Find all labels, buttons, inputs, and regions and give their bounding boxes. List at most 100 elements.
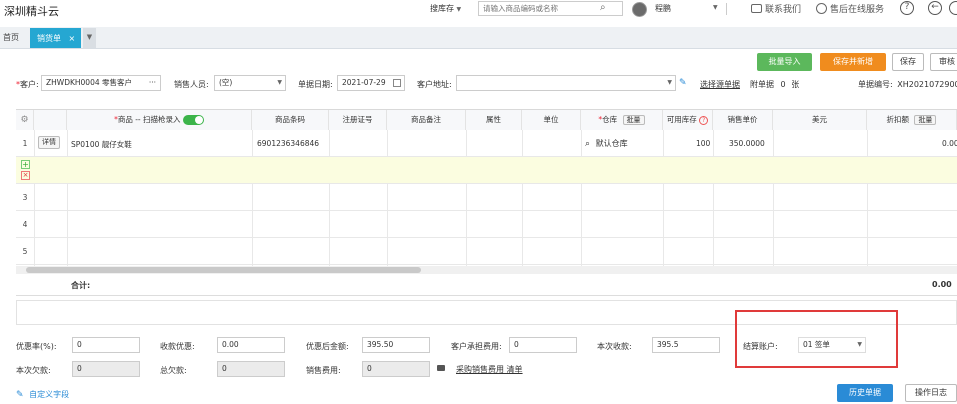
batch-import-button[interactable]: 批量导入 (757, 53, 812, 71)
delete-row-icon[interactable]: × (21, 171, 30, 180)
product-grid: ⚙ *商品 -- 扫描枪录入 商品条码 注册证号 商品备注 属性 单位 *仓库 … (16, 109, 957, 296)
customer-field[interactable]: ZHWDKH0004 零售客户 ··· (41, 75, 161, 91)
address-label: 客户地址: (417, 80, 452, 89)
save-and-new-button[interactable]: 保存并新增 (820, 53, 886, 71)
add-row-icon[interactable]: + (21, 160, 30, 169)
headset-icon (816, 3, 827, 14)
more-icon[interactable]: ··· (149, 76, 156, 90)
customer-fee-input[interactable]: 0 (509, 337, 577, 353)
close-icon[interactable]: × (69, 34, 76, 43)
more-icon[interactable] (949, 1, 957, 15)
calendar-icon[interactable] (393, 79, 401, 87)
chevron-down-icon: ▼ (667, 79, 672, 86)
col-unit: 单位 (522, 110, 581, 130)
operation-log-button[interactable]: 操作日志 (905, 384, 957, 402)
col-usd: 美元 (773, 110, 867, 130)
table-row[interactable]: + × (16, 157, 957, 184)
custom-fields-link[interactable]: ✎ 自定义字段 (16, 389, 69, 400)
history-button[interactable]: 历史单据 (837, 384, 893, 402)
total-value: 0.00 (932, 280, 952, 289)
app-title: 深圳精斗云 (4, 5, 59, 18)
table-row[interactable]: 3 (16, 184, 957, 211)
after-discount-input[interactable]: 395.50 (362, 337, 430, 353)
salesperson-label: 销售人员: (174, 80, 209, 89)
table-row[interactable]: 5 (16, 238, 957, 265)
date-field[interactable]: 2021-07-29 (337, 75, 405, 91)
top-bar: 深圳精斗云 搜库存 ▼ ⌕ 程鹏 ▼ 联系我们 售后在线服务 ? ← (0, 0, 957, 22)
help-icon[interactable]: ? (900, 1, 914, 15)
divider (726, 3, 727, 15)
detail-button[interactable]: 详情 (38, 136, 60, 149)
chevron-down-icon: ▼ (277, 79, 282, 86)
col-warehouse: *仓库 批量 (581, 110, 663, 130)
salesperson-select[interactable]: (空) ▼ (214, 75, 286, 91)
owed-input: 0 (72, 361, 140, 377)
discount-amount-input[interactable]: 0.00 (217, 337, 285, 353)
online-service-link[interactable]: 售后在线服务 (816, 2, 884, 15)
discount-cell[interactable]: 0.00 (942, 139, 957, 148)
table-row[interactable]: 1 详情 SP0100 靓仔女鞋 6901236346846 ⌕ 默认仓库 10… (16, 130, 957, 157)
col-remark: 商品备注 (387, 110, 466, 130)
search-icon[interactable]: ⌕ (600, 2, 606, 13)
tab-strip: 首页 销货单 × ▼ (0, 27, 957, 49)
total-owed-label: 总欠款: (160, 366, 187, 375)
product-cell[interactable]: SP0100 靓仔女鞋 (71, 139, 132, 150)
bill-no-label: 单据编号: XH20210729002 ∧ (858, 80, 957, 89)
audit-button[interactable]: 审核 (930, 53, 957, 71)
horizontal-scrollbar[interactable] (16, 266, 957, 274)
col-reg-no: 注册证号 (329, 110, 387, 130)
warehouse-batch-button[interactable]: 批量 (622, 115, 645, 125)
scrollbar-thumb[interactable] (26, 267, 421, 273)
customer-fee-label: 客户承担费用: (451, 342, 502, 351)
stock-cell: 100 (696, 139, 711, 148)
save-button[interactable]: 保存 (892, 53, 924, 71)
date-label: 单据日期: (298, 80, 333, 89)
search-icon[interactable]: ⌕ (585, 139, 590, 149)
avatar[interactable] (632, 2, 647, 17)
total-row: 合计: 0.00 (16, 274, 957, 296)
address-select[interactable]: ▼ (456, 75, 676, 91)
edit-icon[interactable]: ✎ (679, 78, 687, 88)
sales-fee-label: 销售费用: (306, 366, 341, 375)
scan-toggle[interactable] (182, 115, 204, 125)
chevron-down-icon[interactable]: ▼ (713, 4, 718, 11)
col-attr: 属性 (466, 110, 522, 130)
tab-sales-order[interactable]: 销货单 × (30, 28, 81, 48)
discount-rate-label: 优惠率(%): (16, 342, 57, 351)
sales-fee-input: 0 (362, 361, 430, 377)
tab-dropdown[interactable]: ▼ (83, 28, 96, 48)
discount-amount-label: 收款优惠: (160, 342, 195, 351)
barcode-cell[interactable]: 6901236346846 (257, 139, 319, 148)
price-cell[interactable]: 350.0000 (729, 139, 765, 148)
gear-icon[interactable]: ⚙ (20, 115, 28, 125)
chat-icon (751, 4, 762, 13)
select-source-link[interactable]: 选择源单据 (700, 79, 740, 90)
discount-batch-button[interactable]: 批量 (914, 115, 937, 125)
folder-icon[interactable] (437, 365, 445, 371)
tab-home[interactable]: 首页 (3, 32, 19, 43)
received-input[interactable]: 395.5 (652, 337, 720, 353)
warehouse-cell[interactable]: ⌕ 默认仓库 (585, 138, 628, 149)
after-discount-label: 优惠后金额: (306, 342, 349, 351)
col-stock: 可用库存 ? (663, 110, 713, 130)
purchase-fee-link[interactable]: 采购销售费用 清单 (456, 364, 523, 375)
col-product: *商品 -- 扫描枪录入 (67, 110, 252, 130)
back-icon[interactable]: ← (928, 1, 942, 15)
search-type-select[interactable]: 搜库存 ▼ (430, 3, 461, 14)
col-detail (34, 110, 67, 130)
discount-rate-input[interactable]: 0 (72, 337, 140, 353)
table-row[interactable]: 4 (16, 211, 957, 238)
col-discount: 折扣额 批量 (867, 110, 957, 130)
total-label: 合计: (71, 281, 91, 290)
contact-us-link[interactable]: 联系我们 (751, 2, 801, 15)
highlight-box (735, 310, 898, 368)
chevron-down-icon: ▼ (456, 6, 462, 13)
grid-settings[interactable]: ⚙ (16, 110, 34, 130)
col-price: 销售单价 (713, 110, 773, 130)
received-label: 本次收款: (597, 342, 632, 351)
user-name[interactable]: 程鹏 (655, 3, 671, 14)
customer-label: *客户: (16, 80, 39, 89)
edit-icon: ✎ (16, 390, 24, 400)
attachment-info[interactable]: 附单据 0 张 (750, 79, 799, 90)
help-icon[interactable]: ? (699, 116, 709, 125)
